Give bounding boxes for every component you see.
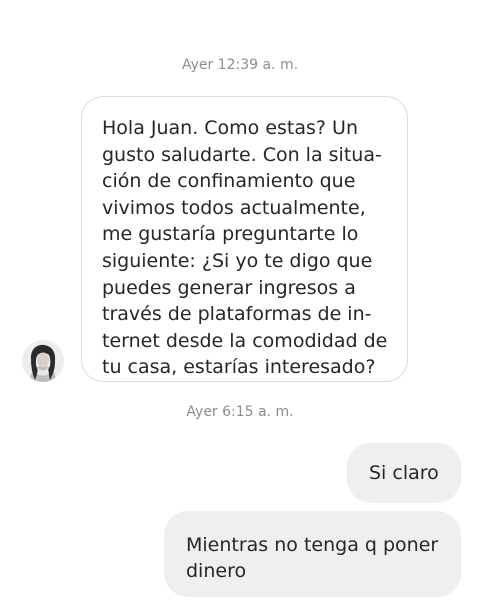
timestamp: Ayer 6:15 a. m. (186, 404, 294, 420)
incoming-message-bubble[interactable]: Hola Juan. Como estas? Un gusto saludart… (81, 96, 408, 382)
chat-thread: Ayer 12:39 a. m. Hola Juan. Como estas? … (0, 0, 480, 600)
outgoing-message-bubble[interactable]: Si claro (347, 443, 461, 503)
profile-photo-icon (22, 340, 64, 382)
outgoing-message-bubble[interactable]: Mientras no tenga q poner dinero (164, 511, 461, 597)
avatar[interactable] (22, 340, 64, 382)
timestamp: Ayer 12:39 a. m. (181, 57, 299, 73)
